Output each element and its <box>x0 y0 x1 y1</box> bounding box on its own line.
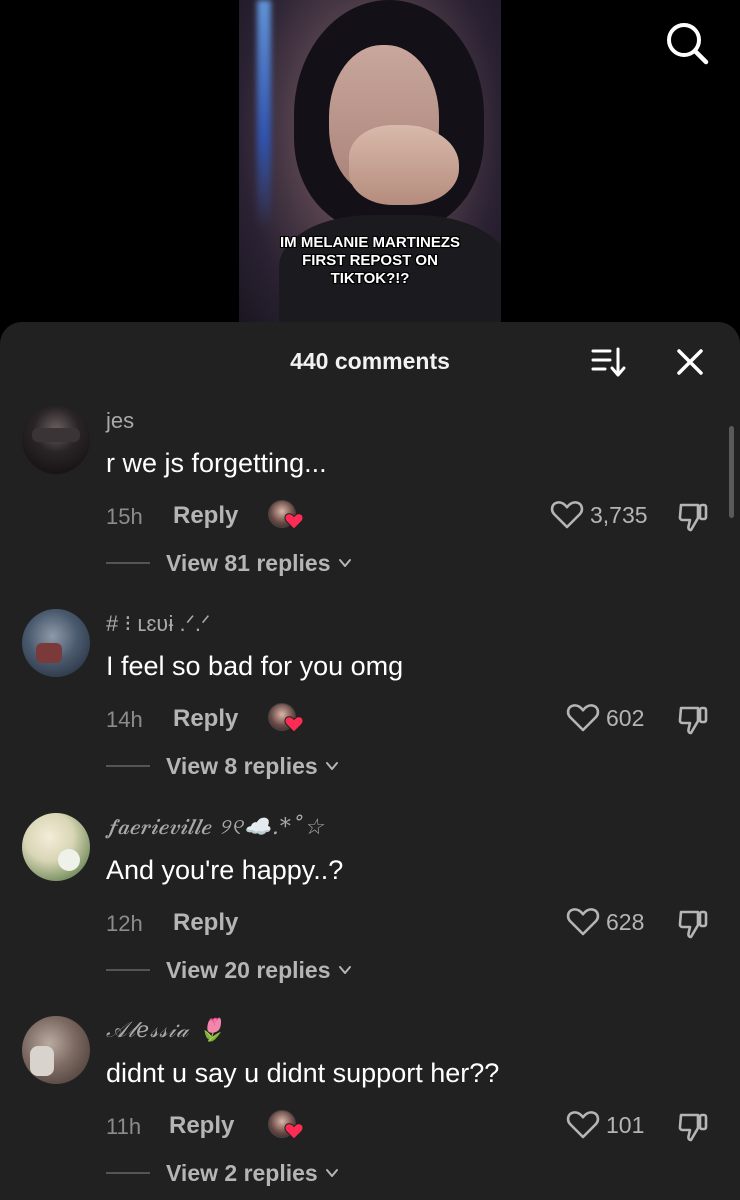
background-light <box>257 0 271 230</box>
view-replies-button[interactable]: View 81 replies <box>106 548 353 578</box>
comment-username[interactable]: 𝒇𝒂𝒆𝒓𝒊𝒆𝒗𝒊𝒍𝒍𝒆 ୨୧☁️.*˚☆ <box>106 815 325 840</box>
heart-outline-icon <box>566 908 600 936</box>
sort-button[interactable] <box>588 344 628 380</box>
creator-liked-badge <box>268 701 304 737</box>
like-button[interactable]: 101 <box>566 1108 644 1142</box>
comment-time: 14h <box>106 707 143 732</box>
like-button[interactable]: 628 <box>566 905 644 939</box>
person-hand <box>349 125 459 205</box>
thumbs-down-icon <box>678 706 708 735</box>
reply-button[interactable]: Reply <box>173 909 238 937</box>
chevron-down-icon <box>338 559 351 567</box>
search-button[interactable] <box>664 20 710 66</box>
like-count: 628 <box>606 908 645 935</box>
dislike-button[interactable] <box>676 703 710 737</box>
comment-username[interactable]: 𝒜𝓁𝑒𝓈𝓈𝒾𝒶 🌷 <box>106 1018 226 1043</box>
search-icon <box>667 23 709 65</box>
heart-badge-icon <box>284 716 304 733</box>
like-count: 101 <box>606 1111 645 1138</box>
comment-username[interactable]: jes <box>106 408 134 434</box>
comment-time: 11h <box>106 1114 142 1139</box>
view-replies-button[interactable]: View 20 replies <box>106 955 353 985</box>
thumbs-down-icon <box>678 503 708 532</box>
comments-count-title: 440 comments <box>290 348 450 374</box>
close-button[interactable] <box>672 344 708 380</box>
heart-outline-icon <box>550 501 584 529</box>
dislike-button[interactable] <box>676 500 710 534</box>
comment-time: 12h <box>106 911 143 936</box>
view-replies-label: View 81 replies <box>166 549 331 576</box>
replies-divider <box>106 969 150 971</box>
dislike-button[interactable] <box>676 907 710 941</box>
comments-header: 440 comments <box>0 322 740 398</box>
like-count: 602 <box>606 704 645 731</box>
creator-liked-badge <box>268 1108 304 1144</box>
reply-button[interactable]: Reply <box>173 502 238 530</box>
comment-item: jes r we js forgetting... 15h Reply 3,73… <box>0 406 740 606</box>
avatar[interactable] <box>22 1016 90 1084</box>
comment-text: didnt u say u didnt support her?? <box>106 1058 500 1088</box>
reply-button[interactable]: Reply <box>169 1112 234 1140</box>
comment-item: 𝒇𝒂𝒆𝒓𝒊𝒆𝒗𝒊𝒍𝒍𝒆 ୨୧☁️.*˚☆ And you're happy..?… <box>0 813 740 1013</box>
thumbs-down-icon <box>678 910 708 939</box>
thumbs-down-icon <box>678 1113 708 1142</box>
comment-username[interactable]: # ⁝ ʟɛʋɨ .ᐟ.ᐟ <box>106 611 210 637</box>
replies-divider <box>106 562 150 564</box>
dislike-button[interactable] <box>676 1110 710 1144</box>
comment-text: r we js forgetting... <box>106 448 327 478</box>
view-replies-button[interactable]: View 8 replies <box>106 751 340 781</box>
replies-divider <box>106 765 150 767</box>
like-button[interactable]: 3,735 <box>550 498 648 532</box>
like-count: 3,735 <box>590 501 648 528</box>
reply-button[interactable]: Reply <box>173 705 238 733</box>
comment-item: 𝒜𝓁𝑒𝓈𝓈𝒾𝒶 🌷 didnt u say u didnt support he… <box>0 1016 740 1200</box>
heart-outline-icon <box>566 704 600 732</box>
comments-sheet: 440 comments jes r we js forgetting... 1… <box>0 322 740 1200</box>
avatar[interactable] <box>22 609 90 677</box>
view-replies-label: View 2 replies <box>166 1159 318 1186</box>
replies-divider <box>106 1172 150 1174</box>
video-caption: IM MELANIE MARTINEZS FIRST REPOST ON TIK… <box>280 234 460 287</box>
video-thumbnail[interactable]: IM MELANIE MARTINEZS FIRST REPOST ON TIK… <box>239 0 501 330</box>
chevron-down-icon <box>325 762 338 770</box>
view-replies-label: View 20 replies <box>166 956 331 983</box>
view-replies-button[interactable]: View 2 replies <box>106 1158 340 1188</box>
like-button[interactable]: 602 <box>566 701 644 735</box>
video-area: IM MELANIE MARTINEZS FIRST REPOST ON TIK… <box>0 0 740 330</box>
chevron-down-icon <box>325 1169 338 1177</box>
comment-item: # ⁝ ʟɛʋɨ .ᐟ.ᐟ I feel so bad for you omg … <box>0 609 740 809</box>
avatar[interactable] <box>22 406 90 474</box>
heart-badge-icon <box>284 1123 304 1140</box>
sort-icon <box>591 347 626 377</box>
chevron-down-icon <box>338 966 351 974</box>
avatar[interactable] <box>22 813 90 881</box>
comment-text: And you're happy..? <box>106 855 344 885</box>
close-icon <box>677 349 703 375</box>
comment-text: I feel so bad for you omg <box>106 651 404 681</box>
creator-liked-badge <box>268 498 304 534</box>
comment-time: 15h <box>106 504 143 529</box>
heart-badge-icon <box>284 513 304 530</box>
heart-outline-icon <box>566 1111 600 1139</box>
view-replies-label: View 8 replies <box>166 752 318 779</box>
